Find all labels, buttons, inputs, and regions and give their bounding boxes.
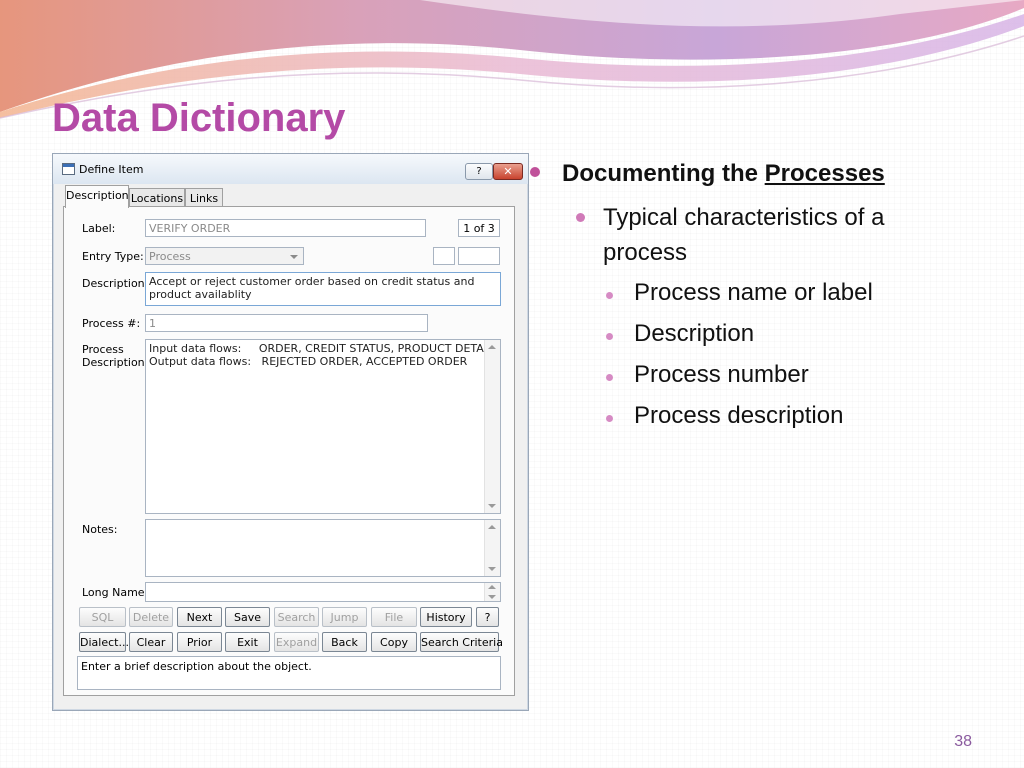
expand-button[interactable]: Expand (274, 632, 319, 652)
sql-button[interactable]: SQL (79, 607, 126, 627)
file-button[interactable]: File (371, 607, 417, 627)
dialog-title: Define Item (79, 163, 144, 176)
clear-button[interactable]: Clear (129, 632, 173, 652)
search-criteria-button[interactable]: Search Criteria (420, 632, 503, 652)
bullet-level1-text: Documenting the Processes (562, 160, 885, 187)
help-button[interactable]: ? (465, 163, 493, 180)
long-name-spinner[interactable] (484, 583, 500, 601)
close-button[interactable]: ✕ (493, 163, 523, 180)
process-number-caption: Process #: (82, 317, 141, 330)
label-caption: Label: (82, 222, 116, 235)
label-field[interactable]: VERIFY ORDER (145, 219, 426, 237)
entry-type-value: Process (149, 250, 191, 263)
description-field[interactable]: Accept or reject customer order based on… (145, 272, 501, 306)
entry-type-select[interactable]: Process (145, 247, 304, 265)
scroll-down-icon (488, 567, 496, 571)
history-button[interactable]: History (420, 607, 472, 627)
scroll-up-icon (488, 345, 496, 349)
bullet-dot-icon (606, 415, 613, 422)
prior-button[interactable]: Prior (177, 632, 222, 652)
bullet-level3-text: Process description (634, 402, 844, 429)
scroll-up-icon (488, 585, 496, 589)
process-description-field[interactable]: Input data flows: ORDER, CREDIT STATUS, … (145, 339, 501, 514)
entry-type-extra-box[interactable] (433, 247, 455, 265)
bullet-dot-icon (606, 374, 613, 381)
page-number: 38 (954, 733, 972, 750)
process-description-caption-1: Process (82, 343, 124, 356)
scroll-down-icon (488, 504, 496, 508)
bullet-level2-text: Typical characteristics of a process (603, 204, 885, 266)
bullet-dot-icon (606, 292, 613, 299)
bullet-dot-icon (576, 213, 585, 222)
description-caption: Description: (82, 277, 149, 290)
notes-field[interactable] (145, 519, 501, 577)
save-button[interactable]: Save (225, 607, 270, 627)
item-counter: 1 of 3 (458, 219, 500, 237)
window-icon (62, 163, 75, 175)
bullet-dot-icon (530, 167, 540, 177)
help-question-button[interactable]: ? (476, 607, 499, 627)
process-description-line-1: Input data flows: ORDER, CREDIT STATUS, … (149, 342, 494, 355)
bullet-level3-text: Description (634, 320, 755, 347)
process-description-caption-2: Description: (82, 356, 149, 369)
notes-caption: Notes: (82, 523, 118, 536)
slide-title: Data Dictionary (52, 96, 346, 140)
process-description-scrollbar[interactable] (484, 340, 500, 513)
next-button[interactable]: Next (177, 607, 222, 627)
notes-scrollbar[interactable] (484, 520, 500, 576)
bullet-level3-text: Process number (634, 361, 809, 388)
scroll-down-icon (488, 595, 496, 599)
bullet-level3-text: Process name or label (634, 279, 873, 306)
process-description-line-2: Output data flows: REJECTED ORDER, ACCEP… (149, 355, 468, 368)
long-name-field[interactable] (145, 582, 501, 602)
search-button[interactable]: Search (274, 607, 319, 627)
dialect-button[interactable]: Dialect... (79, 632, 129, 652)
scroll-up-icon (488, 525, 496, 529)
dialog-titlebar: Define Item ? ✕ (53, 154, 528, 184)
jump-button[interactable]: Jump (322, 607, 367, 627)
status-help-text: Enter a brief description about the obje… (77, 656, 501, 690)
delete-button[interactable]: Delete (129, 607, 173, 627)
define-item-dialog: Define Item ? ✕ Description Locations Li… (52, 153, 529, 711)
tab-description[interactable]: Description (65, 185, 129, 208)
copy-button[interactable]: Copy (371, 632, 417, 652)
chevron-down-icon (290, 255, 298, 259)
tab-links[interactable]: Links (185, 188, 223, 208)
entry-type-extra-box-2[interactable] (458, 247, 500, 265)
long-name-caption: Long Name: (82, 586, 149, 599)
process-number-field[interactable]: 1 (145, 314, 428, 332)
entry-type-caption: Entry Type: (82, 250, 144, 263)
back-button[interactable]: Back (322, 632, 367, 652)
tab-locations[interactable]: Locations (129, 188, 185, 208)
exit-button[interactable]: Exit (225, 632, 270, 652)
bullet-dot-icon (606, 333, 613, 340)
